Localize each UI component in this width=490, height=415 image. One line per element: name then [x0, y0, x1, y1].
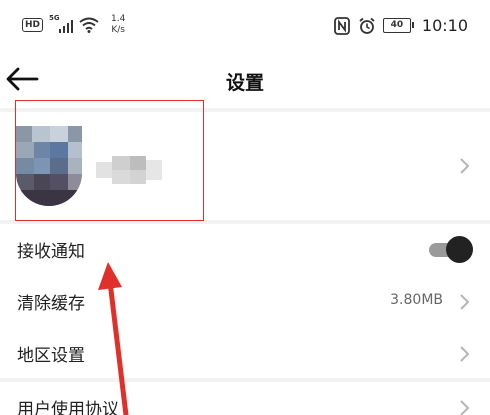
- status-bar: HD 5G 1.4 K/s 40 10:10: [0, 0, 490, 52]
- hd-icon: HD: [22, 18, 44, 32]
- chevron-right-icon: [460, 400, 470, 415]
- battery-icon: 40: [382, 18, 414, 33]
- user-agreement-label: 用户使用协议: [17, 400, 119, 415]
- settings-group-main: 接收通知 清除缓存 3.80MB 地区设置: [0, 224, 490, 378]
- cache-size: 3.80MB: [390, 292, 443, 308]
- notifications-toggle[interactable]: [429, 236, 473, 264]
- setting-region[interactable]: 地区设置: [0, 328, 490, 380]
- speed-value: 1.4: [111, 14, 126, 24]
- clear-cache-label: 清除缓存: [17, 294, 85, 314]
- chevron-right-icon: [460, 294, 470, 310]
- chevron-right-icon: [460, 346, 470, 362]
- alarm-icon: [359, 17, 375, 34]
- network-speed: 1.4 K/s: [111, 14, 125, 36]
- setting-receive-notifications: 接收通知: [0, 224, 490, 276]
- setting-clear-cache[interactable]: 清除缓存 3.80MB: [0, 276, 490, 328]
- page-title: 设置: [225, 72, 264, 94]
- settings-group-legal: 用户使用协议: [0, 382, 490, 415]
- wifi-icon: [79, 17, 99, 33]
- annotation-highlight-box: [15, 100, 204, 221]
- receive-notifications-label: 接收通知: [17, 242, 85, 262]
- status-left: HD 5G 1.4 K/s: [22, 14, 125, 36]
- signal-icon: 5G: [49, 14, 74, 33]
- setting-user-agreement[interactable]: 用户使用协议: [0, 382, 490, 415]
- nfc-icon: [333, 16, 350, 35]
- region-label: 地区设置: [17, 346, 85, 366]
- chevron-right-icon: [460, 158, 470, 174]
- speed-unit: K/s: [111, 25, 125, 35]
- clock: 10:10: [421, 16, 468, 35]
- status-right: 40 10:10: [333, 16, 468, 35]
